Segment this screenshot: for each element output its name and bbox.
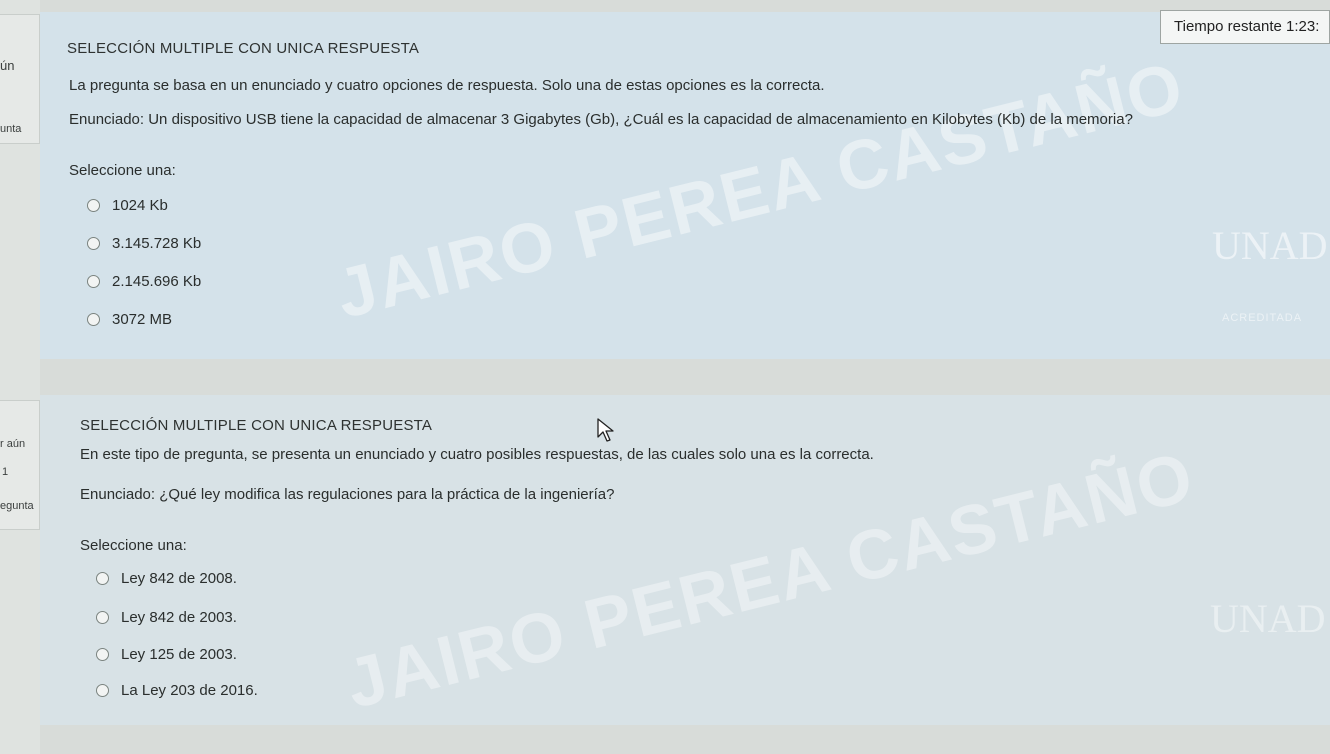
question-1-statement: Enunciado: Un dispositivo USB tiene la c… — [69, 111, 1133, 128]
left-navigation-column — [0, 0, 40, 754]
radio-button[interactable] — [87, 199, 100, 212]
question-2-option-2[interactable]: Ley 842 de 2003. — [96, 609, 237, 626]
question-2-option-3[interactable]: Ley 125 de 2003. — [96, 646, 237, 663]
question-1-option-3[interactable]: 2.145.696 Kb — [87, 273, 201, 290]
question-1-option-2[interactable]: 3.145.728 Kb — [87, 235, 201, 252]
question-2-instructions: En este tipo de pregunta, se presenta un… — [80, 446, 874, 463]
question-2-prompt: Seleccione una: — [80, 537, 187, 554]
radio-button[interactable] — [96, 611, 109, 624]
time-remaining-box: Tiempo restante 1:23: — [1160, 10, 1330, 44]
question-2-label: egunta — [0, 500, 34, 512]
unad-logo: UNAD — [1212, 223, 1328, 268]
question-2-type: SELECCIÓN MULTIPLE CON UNICA RESPUESTA — [80, 417, 433, 434]
unad-logo-subtitle: ACREDITADA — [1222, 312, 1303, 324]
question-1-status: ún — [0, 58, 15, 73]
radio-button[interactable] — [96, 648, 109, 661]
time-remaining-text: Tiempo restante 1:23: — [1174, 18, 1320, 35]
option-label: Ley 125 de 2003. — [121, 646, 237, 663]
question-2-option-1[interactable]: Ley 842 de 2008. — [96, 570, 237, 587]
radio-button[interactable] — [87, 275, 100, 288]
mouse-pointer-icon — [597, 418, 614, 442]
option-label: La Ley 203 de 2016. — [121, 682, 258, 699]
option-label: 3072 MB — [112, 311, 173, 328]
radio-button[interactable] — [87, 313, 100, 326]
question-1-option-4[interactable]: 3072 MB — [87, 311, 172, 328]
question-2-number: 1 — [2, 466, 9, 478]
unad-logo-2: UNAD — [1210, 596, 1326, 641]
question-1-option-1[interactable]: 1024 Kb — [87, 197, 168, 214]
option-label: 2.145.696 Kb — [112, 273, 202, 290]
radio-button[interactable] — [87, 237, 100, 250]
question-1-prompt: Seleccione una: — [69, 162, 176, 179]
question-1-label: unta — [0, 123, 22, 135]
question-2-option-4[interactable]: La Ley 203 de 2016. — [96, 682, 258, 699]
option-label: 1024 Kb — [112, 197, 168, 214]
radio-button[interactable] — [96, 572, 109, 585]
option-label: Ley 842 de 2008. — [121, 570, 237, 587]
question-2-statement: Enunciado: ¿Qué ley modifica las regulac… — [80, 486, 615, 503]
radio-button[interactable] — [96, 684, 109, 697]
question-1-instructions: La pregunta se basa en un enunciado y cu… — [69, 77, 825, 94]
question-2-status: r aún — [0, 438, 26, 450]
question-1-type: SELECCIÓN MULTIPLE CON UNICA RESPUESTA — [67, 40, 420, 57]
option-label: Ley 842 de 2003. — [121, 609, 237, 626]
option-label: 3.145.728 Kb — [112, 235, 202, 252]
